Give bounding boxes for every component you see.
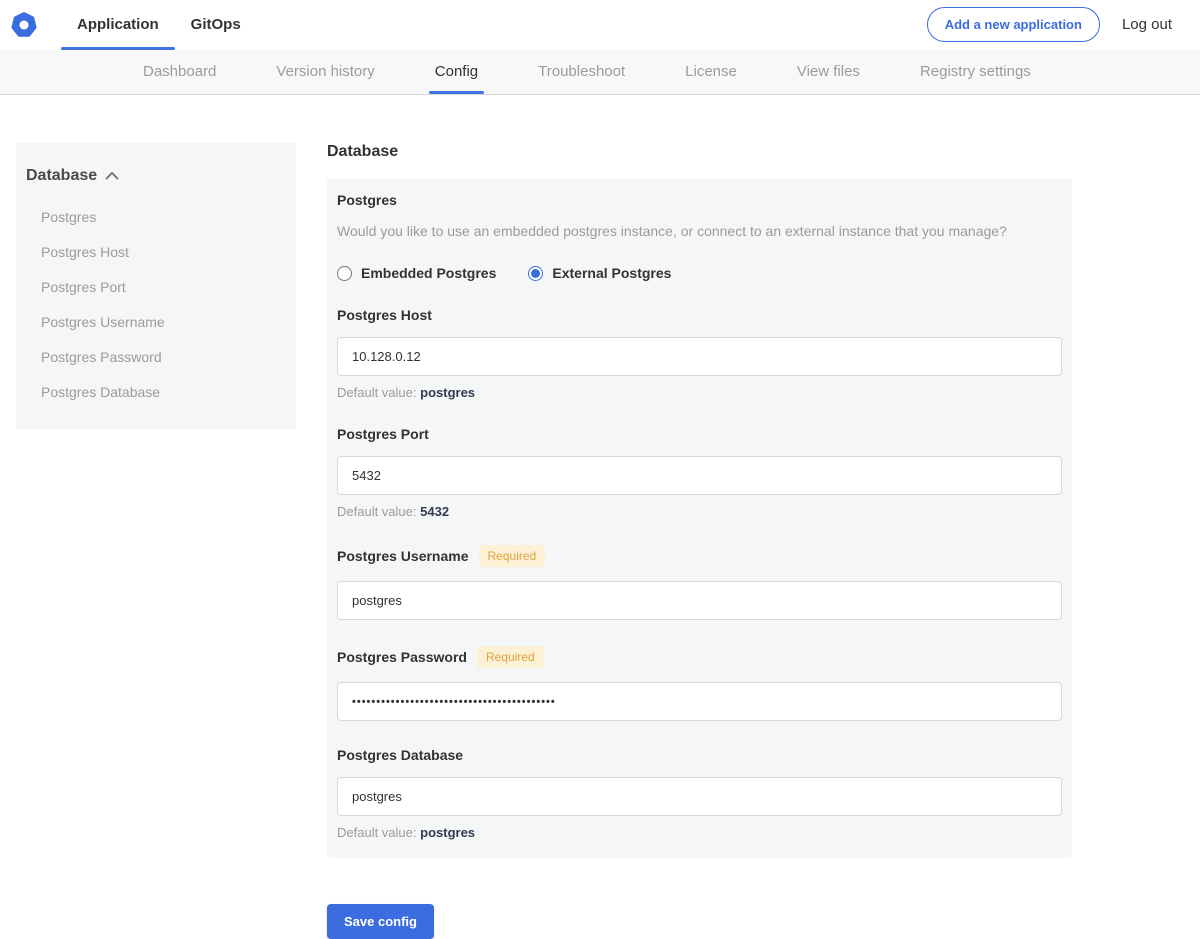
sidebar-group-database[interactable]: Database (16, 167, 296, 185)
subnav-license[interactable]: License (685, 49, 737, 94)
default-value: 5432 (420, 504, 450, 519)
sidebar-item-postgres[interactable]: Postgres (16, 193, 296, 228)
radio-embedded-postgres-label: Embedded Postgres (361, 265, 497, 281)
section-title: Database (327, 143, 399, 160)
radio-external-postgres-input[interactable] (528, 265, 544, 281)
subnav-dashboard[interactable]: Dashboard (143, 49, 216, 94)
subnav-config[interactable]: Config (428, 49, 485, 94)
postgres-mode-radio-group: Embedded Postgres External Postgres (337, 265, 1062, 281)
postgres-username-input[interactable] (337, 581, 1062, 620)
radio-external-postgres-label: External Postgres (552, 265, 672, 281)
config-sidebar: Database Postgres Postgres Host Postgres… (16, 143, 296, 429)
subnav-version-history[interactable]: Version history (276, 49, 374, 94)
postgres-database-input[interactable] (337, 777, 1062, 816)
logout-link[interactable]: Log out (1122, 16, 1172, 33)
postgres-group-label: Postgres (337, 192, 397, 208)
postgres-host-default: Default value: postgres (337, 385, 1062, 400)
field-postgres-port: Postgres Port Default value: 5432 (337, 426, 1062, 519)
tab-gitops[interactable]: GitOps (175, 0, 257, 49)
app-logo-icon[interactable] (11, 11, 37, 38)
sidebar-item-postgres-port[interactable]: Postgres Port (16, 263, 296, 298)
sidebar-item-postgres-host[interactable]: Postgres Host (16, 228, 296, 263)
save-config-button[interactable]: Save config (327, 904, 434, 939)
postgres-username-label: Postgres Username (337, 548, 469, 564)
radio-embedded-postgres[interactable]: Embedded Postgres (337, 265, 496, 281)
sidebar-item-list: Postgres Postgres Host Postgres Port Pos… (16, 193, 296, 403)
chevron-up-icon (105, 167, 119, 185)
sidebar-item-postgres-database[interactable]: Postgres Database (16, 368, 296, 403)
postgres-password-input[interactable] (337, 682, 1062, 721)
postgres-port-input[interactable] (337, 456, 1062, 495)
field-postgres-username: Postgres Username Required (337, 545, 1062, 620)
tab-application[interactable]: Application (61, 0, 175, 50)
default-label: Default value: (337, 385, 417, 400)
postgres-database-label: Postgres Database (337, 747, 464, 763)
default-value: postgres (420, 825, 476, 840)
radio-embedded-postgres-input[interactable] (337, 265, 352, 281)
sidebar-item-postgres-username[interactable]: Postgres Username (16, 298, 296, 333)
postgres-group-help: Would you like to use an embedded postgr… (337, 223, 1007, 239)
field-postgres-host: Postgres Host Default value: postgres (337, 307, 1062, 400)
subnav-registry-settings[interactable]: Registry settings (920, 49, 1031, 94)
subnav-view-files[interactable]: View files (797, 49, 860, 94)
database-config-card: Postgres Would you like to use an embedd… (327, 178, 1072, 858)
top-header: Application GitOps Add a new application… (0, 0, 1200, 50)
subnav-troubleshoot[interactable]: Troubleshoot (538, 49, 625, 94)
radio-external-postgres[interactable]: External Postgres (528, 265, 671, 281)
sidebar-group-label: Database (26, 167, 98, 184)
default-label: Default value: (337, 504, 417, 519)
sidebar-item-postgres-password[interactable]: Postgres Password (16, 333, 296, 368)
postgres-port-label: Postgres Port (337, 426, 429, 442)
default-value: postgres (420, 385, 476, 400)
required-badge: Required (476, 646, 544, 668)
postgres-password-label: Postgres Password (337, 649, 467, 665)
required-badge: Required (478, 545, 546, 567)
default-label: Default value: (337, 825, 417, 840)
postgres-port-default: Default value: 5432 (337, 504, 1062, 519)
field-postgres-password: Postgres Password Required (337, 646, 1062, 721)
field-postgres-database: Postgres Database Default value: postgre… (337, 747, 1062, 840)
config-main: Database Postgres Would you like to use … (327, 143, 1072, 939)
postgres-database-default: Default value: postgres (337, 825, 1062, 840)
header-actions: Add a new application Log out (926, 7, 1200, 42)
app-subnav: Dashboard Version history Config Trouble… (0, 49, 1200, 95)
postgres-host-input[interactable] (337, 337, 1062, 376)
app-level-tabs: Application GitOps (61, 0, 257, 50)
postgres-host-label: Postgres Host (337, 307, 432, 323)
add-new-application-button[interactable]: Add a new application (926, 7, 1100, 42)
